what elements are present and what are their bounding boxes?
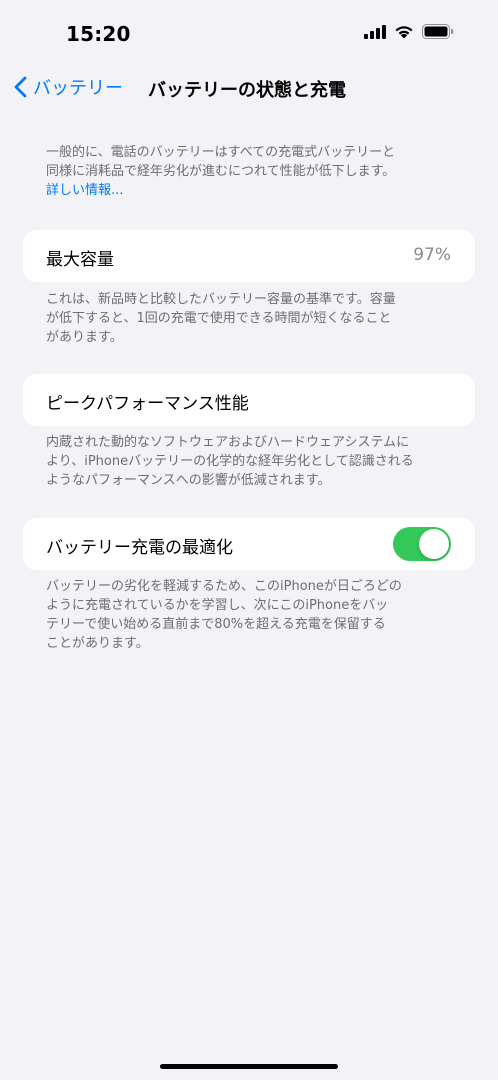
status-time: 15:20	[66, 22, 131, 46]
status-icons	[364, 24, 454, 39]
back-button-label: バッテリー	[33, 78, 123, 99]
chevron-left-icon	[14, 76, 27, 98]
max-capacity-label: 最大容量	[46, 250, 114, 270]
back-button[interactable]: バッテリー	[14, 74, 123, 100]
peak-performance-label: ピークパフォーマンス性能	[46, 394, 249, 414]
status-bar: 15:20	[0, 0, 498, 66]
optimized-charging-label: バッテリー充電の最適化	[46, 538, 233, 558]
description-line: 内蔵された動的なソフトウェアおよびハードウェアシステムに	[46, 435, 410, 450]
toggle-knob	[419, 529, 449, 559]
navigation-bar: バッテリー バッテリーの状態と充電	[0, 70, 498, 110]
intro-line: 同様に消耗品で経年劣化が進むにつれて性能が低下します。	[46, 164, 396, 179]
description-line: ように充電されているかを学習し、次にこのiPhoneをバッ	[46, 598, 389, 613]
max-capacity-value: 97%	[413, 245, 451, 265]
description-line: ようなパフォーマンスへの影響が低減されます。	[46, 473, 331, 488]
peak-performance-description: 内蔵された動的なソフトウェアおよびハードウェアシステムに より、iPhoneバッ…	[46, 433, 452, 490]
battery-icon	[422, 24, 454, 39]
optimized-charging-toggle[interactable]	[393, 527, 451, 561]
max-capacity-description: これは、新品時と比較したバッテリー容量の基準です。容量 が低下すると、1回の充電…	[46, 290, 452, 347]
battery-health-screen: 15:20 バッテリー バッテリーの状態と充電 一般的に、電話のバッテリーはすべ…	[0, 0, 498, 1080]
learn-more-link[interactable]: 詳しい情報...	[46, 181, 452, 200]
home-indicator[interactable]	[160, 1064, 338, 1069]
optimized-charging-description: バッテリーの劣化を軽減するため、このiPhoneが日ごろどの ように充電されてい…	[46, 577, 452, 653]
page-title: バッテリーの状態と充電	[148, 80, 346, 101]
description-line: があります。	[46, 330, 123, 345]
max-capacity-row: 最大容量 97%	[23, 230, 475, 282]
peak-performance-row: ピークパフォーマンス性能	[23, 374, 475, 426]
description-line: バッテリーの劣化を軽減するため、このiPhoneが日ごろどの	[46, 579, 402, 594]
description-line: より、iPhoneバッテリーの化学的な経年劣化として認識される	[46, 454, 414, 469]
intro-line: 一般的に、電話のバッテリーはすべての充電式バッテリーと	[46, 145, 396, 160]
description-line: ことがあります。	[46, 636, 149, 651]
description-line: これは、新品時と比較したバッテリー容量の基準です。容量	[46, 292, 396, 307]
wifi-icon	[395, 26, 413, 39]
description-line: が低下すると、1回の充電で使用できる時間が短くなること	[46, 311, 392, 326]
description-line: テリーで使い始める直前まで80%を超える充電を保留する	[46, 617, 386, 632]
cellular-signal-icon	[364, 24, 386, 39]
intro-description: 一般的に、電話のバッテリーはすべての充電式バッテリーと 同様に消耗品で経年劣化が…	[46, 143, 452, 200]
optimized-charging-row: バッテリー充電の最適化	[23, 518, 475, 570]
